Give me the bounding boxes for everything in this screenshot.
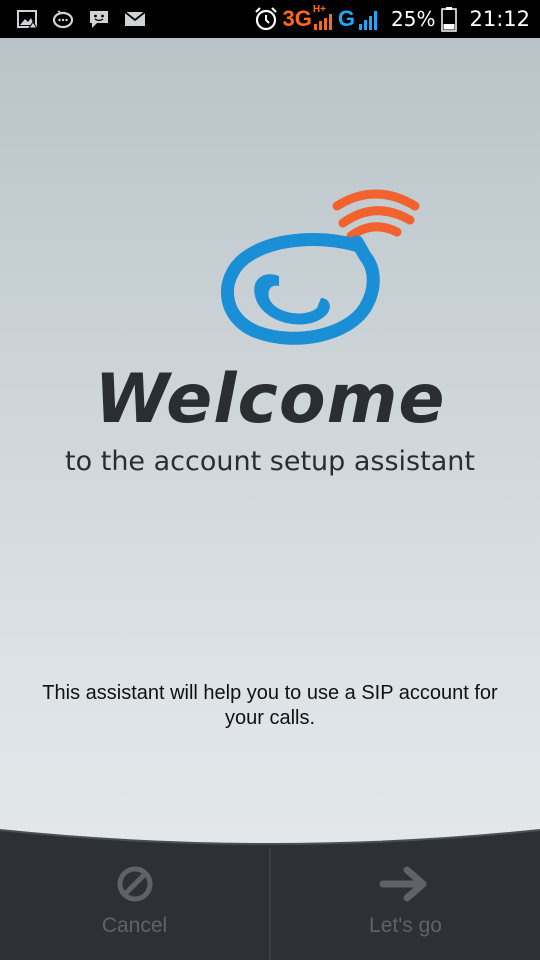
welcome-subtitle: to the account setup assistant [65, 446, 475, 477]
cancel-label: Cancel [101, 914, 168, 937]
system-status: 3G H+ G 25% 21:12 [253, 0, 540, 38]
status-bar: 3G H+ G 25% 21:12 [0, 0, 540, 38]
assistant-description: This assistant will help you to use a SI… [42, 682, 498, 729]
welcome-title: Welcome [94, 360, 446, 439]
battery-icon [441, 7, 458, 32]
gallery-icon [17, 10, 38, 29]
lets-go-label: Let's go [369, 914, 442, 937]
signal-waves-icon [332, 189, 420, 241]
network-g-label: G [337, 6, 356, 31]
phone-speech-bubble-logo [220, 189, 420, 345]
welcome-screen: Welcome to the account setup assistant T… [0, 38, 540, 960]
alarm-icon [254, 7, 277, 31]
arrow-right-icon [379, 866, 426, 902]
battery-percent: 25% [391, 7, 436, 31]
chat-bubble-icon [52, 10, 74, 29]
network-3g-label: 3G [282, 6, 312, 31]
clock: 21:12 [469, 7, 530, 31]
notification-icons [16, 0, 146, 38]
screen: 3G H+ G 25% 21:12 Welcome to the account… [0, 0, 540, 960]
lets-go-button[interactable]: Let's go [271, 848, 540, 960]
mail-icon [124, 11, 146, 26]
signal-icon [359, 11, 378, 30]
no-entry-icon [117, 866, 152, 902]
signal-icon-orange: H+ [312, 4, 336, 32]
messenger-icon [90, 11, 108, 28]
bottom-button-bar: Cancel Let's go [0, 828, 540, 960]
cancel-button[interactable]: Cancel [0, 848, 269, 960]
